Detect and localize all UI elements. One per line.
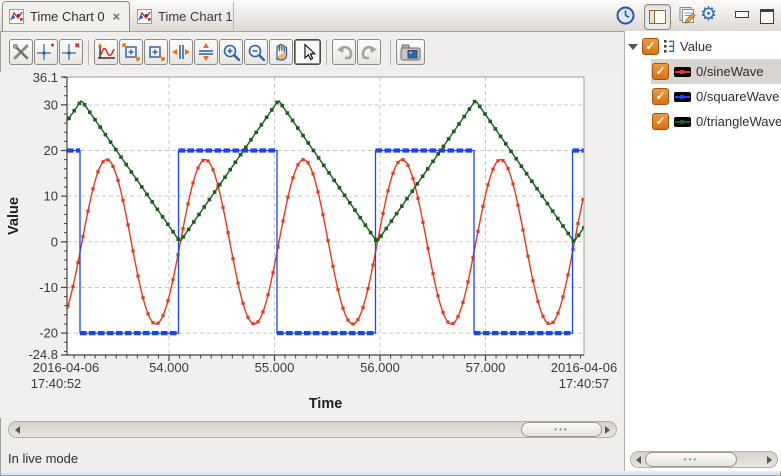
time-chart-plot[interactable]: 30 20 10 0 -10 -20 36.1 -24.8 54.000 55.000 56.000…	[0, 70, 620, 418]
tree-label: 0/triangleWave	[696, 114, 781, 129]
horizontal-rubberband-zoom-button[interactable]	[144, 39, 168, 65]
scrollbar-thumb[interactable]: •••	[645, 452, 737, 467]
wrench-icon	[13, 44, 29, 60]
minimize-icon[interactable]	[735, 11, 749, 18]
toolbar-separator	[326, 39, 327, 65]
svg-text:17:40:52: 17:40:52	[31, 376, 82, 391]
export-snapshot-icon[interactable]	[678, 6, 697, 25]
tab-close-icon[interactable]: ×	[113, 10, 121, 23]
xy-graph-icon	[137, 8, 152, 24]
zoom-vertically-button[interactable]	[194, 39, 218, 65]
zoom-vertical-icon	[199, 43, 213, 61]
tab-time-chart-1[interactable]: Time Chart 1	[132, 2, 234, 30]
svg-text:17:40:57: 17:40:57	[559, 376, 610, 391]
zoom-in-icon	[223, 44, 240, 61]
expander-triangle-icon[interactable]	[628, 43, 638, 50]
chart-horizontal-scrollbar[interactable]: •••	[8, 421, 617, 438]
cursor-arrow-icon	[303, 43, 316, 61]
trace-tree-panel: ✓ Value ✓ 0/sineWave ✓ 0/squareWave ✓ 0/…	[624, 31, 781, 471]
svg-text:-20: -20	[39, 326, 58, 341]
tree-label: 0/sineWave	[696, 64, 764, 79]
scroll-right-icon[interactable]	[605, 426, 610, 434]
checkbox-sinewave[interactable]: ✓	[652, 63, 669, 80]
svg-text:10: 10	[44, 189, 58, 204]
split-pane-icon	[649, 10, 666, 24]
tree-item-sinewave[interactable]: ✓ 0/sineWave	[625, 59, 781, 84]
svg-text:57.000: 57.000	[466, 360, 506, 375]
rubberband-zoom-icon	[122, 43, 140, 61]
pan-hand-icon	[276, 43, 288, 61]
window-bottom-accent	[1, 472, 780, 475]
axis-icon	[664, 40, 675, 53]
tab-time-chart-0[interactable]: Time Chart 0 ×	[2, 1, 130, 31]
tree-label: Value	[680, 39, 713, 54]
configure-settings-button[interactable]	[9, 39, 33, 65]
zoom-out-icon	[248, 44, 265, 61]
svg-text:0: 0	[51, 234, 58, 249]
scrollbar-thumb[interactable]: •••	[521, 422, 602, 437]
application-window: Time Chart 0 × Time Chart 1 ⚙ 30 20 10 0…	[0, 0, 781, 476]
svg-text:36.1: 36.1	[33, 72, 58, 85]
tree-item-trianglewave[interactable]: ✓ 0/triangleWave	[625, 109, 781, 134]
chart-svg: 3020100-10-2036.1-24.854.000 55.000 56.000…	[6, 70, 618, 412]
svg-text:30: 30	[44, 97, 58, 112]
scroll-left-icon[interactable]	[15, 426, 20, 434]
trace-color-swatch	[674, 91, 691, 102]
pointer-button[interactable]	[294, 39, 321, 65]
tree-horizontal-scrollbar[interactable]: •••	[630, 451, 778, 468]
horizontal-rubberband-zoom-icon	[149, 46, 165, 61]
tree-label: 0/squareWave	[696, 89, 780, 104]
status-bar: In live mode	[0, 445, 620, 471]
svg-text:56.000: 56.000	[360, 360, 400, 375]
scroll-right-icon[interactable]	[767, 456, 772, 464]
checkbox-trianglewave[interactable]: ✓	[652, 113, 669, 130]
undo-button[interactable]	[332, 39, 356, 65]
redo-button[interactable]	[357, 39, 381, 65]
svg-text:Time: Time	[309, 396, 343, 412]
tree-item-squarewave[interactable]: ✓ 0/squareWave	[625, 84, 781, 109]
camera-icon	[400, 44, 421, 60]
auto-scale-chart-icon	[97, 43, 115, 59]
svg-text:55.000: 55.000	[255, 360, 295, 375]
undo-arrow-icon	[336, 45, 352, 60]
maximize-icon[interactable]	[760, 9, 774, 24]
toolbar-separator	[390, 39, 391, 65]
zoom-horizontal-icon	[172, 45, 190, 59]
status-text: In live mode	[8, 450, 79, 466]
scroll-left-icon[interactable]	[636, 456, 641, 464]
save-snapshot-button[interactable]	[396, 39, 425, 65]
rubberband-zoom-button[interactable]	[119, 39, 143, 65]
add-annotation-icon	[37, 43, 54, 60]
svg-text:Value: Value	[6, 197, 22, 235]
trace-color-swatch	[674, 66, 691, 77]
tab-label: Time Chart 0	[30, 9, 105, 24]
redo-arrow-icon	[361, 45, 377, 60]
svg-text:54.000: 54.000	[149, 360, 189, 375]
toolbar-separator	[88, 39, 89, 65]
svg-text:20: 20	[44, 143, 58, 158]
zoom-out-button[interactable]	[244, 39, 268, 65]
chart-toolbar	[0, 32, 620, 72]
zoom-in-button[interactable]	[219, 39, 243, 65]
svg-text:-10: -10	[39, 280, 58, 295]
zoom-horizontally-button[interactable]	[169, 39, 193, 65]
tab-bar: Time Chart 0 × Time Chart 1 ⚙	[0, 0, 781, 32]
auto-scale-button[interactable]	[94, 39, 118, 65]
clock-icon[interactable]	[616, 6, 635, 25]
remove-annotation-button[interactable]	[59, 39, 83, 65]
panning-button[interactable]	[269, 39, 293, 65]
trace-color-swatch	[674, 116, 691, 127]
xy-graph-icon	[9, 9, 24, 24]
checkbox-squarewave[interactable]: ✓	[652, 88, 669, 105]
tab-label: Time Chart 1	[158, 8, 233, 24]
svg-text:2016-04-06: 2016-04-06	[33, 360, 100, 375]
settings-gear-icon[interactable]: ⚙	[700, 3, 717, 26]
toggle-property-pane-button[interactable]	[644, 4, 671, 30]
checkbox-value-axis[interactable]: ✓	[642, 38, 659, 55]
remove-annotation-icon	[62, 43, 80, 60]
tree-item-value-axis[interactable]: ✓ Value	[625, 34, 781, 59]
add-annotation-button[interactable]	[34, 39, 58, 65]
svg-text:2016-04-06: 2016-04-06	[551, 360, 618, 375]
